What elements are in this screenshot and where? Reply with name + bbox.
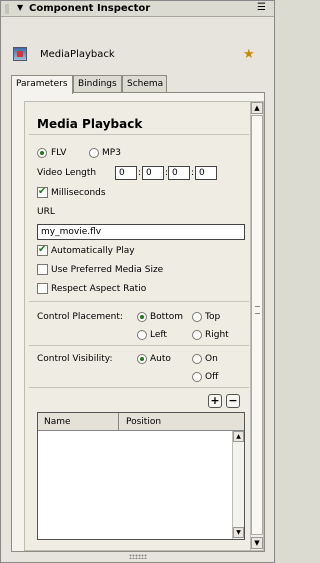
format-flv-radio[interactable]: [37, 148, 47, 158]
milliseconds-checkbox[interactable]: [37, 186, 48, 198]
format-mp3-radio[interactable]: [89, 148, 99, 158]
placement-left-radio[interactable]: [137, 330, 147, 340]
resize-grip-icon[interactable]: [129, 554, 147, 559]
visibility-off-label: Off: [205, 372, 219, 382]
divider: [29, 301, 249, 302]
scroll-up-arrow-icon[interactable]: ▲: [233, 431, 244, 442]
video-length-frames[interactable]: 0: [195, 166, 217, 180]
divider: [29, 387, 249, 388]
visibility-auto-radio[interactable]: [137, 354, 147, 364]
scroll-down-arrow-icon[interactable]: ▼: [251, 537, 263, 549]
video-length-label: Video Length: [37, 168, 97, 178]
format-flv-label: FLV: [51, 148, 67, 158]
video-length-hours[interactable]: 0: [115, 166, 137, 180]
wizard-icon[interactable]: ★: [243, 47, 255, 62]
placement-top-radio[interactable]: [192, 312, 202, 322]
placement-bottom-label: Bottom: [150, 312, 184, 322]
tab-schema[interactable]: Schema: [122, 75, 167, 93]
scrollbar-thumb[interactable]: [251, 115, 263, 535]
placement-right-label: Right: [205, 330, 229, 340]
component-name: MediaPlayback: [40, 49, 115, 60]
cue-points-table-header: Name Position: [38, 413, 244, 431]
panel-title: Component Inspector: [29, 3, 151, 14]
scroll-down-arrow-icon[interactable]: ▼: [233, 527, 244, 538]
parameters-scroll-area: Media Playback FLV MP3 Video Length 0 : …: [24, 101, 264, 551]
tab-parameters[interactable]: Parameters: [11, 75, 73, 94]
visibility-on-label: On: [205, 354, 218, 364]
divider: [29, 134, 249, 135]
video-length-minutes[interactable]: 0: [142, 166, 164, 180]
visibility-auto-label: Auto: [150, 354, 171, 364]
auto-play-label: Automatically Play: [51, 246, 135, 256]
options-menu-icon[interactable]: ☰: [257, 3, 266, 13]
aspect-ratio-label: Respect Aspect Ratio: [51, 284, 147, 294]
format-mp3-label: MP3: [102, 148, 121, 158]
preferred-size-checkbox[interactable]: [37, 264, 48, 275]
url-input[interactable]: my_movie.flv: [37, 224, 245, 240]
scroll-up-arrow-icon[interactable]: ▲: [251, 102, 263, 114]
visibility-on-radio[interactable]: [192, 354, 202, 364]
column-divider: [118, 413, 119, 431]
control-placement-label: Control Placement:: [37, 312, 123, 322]
tab-bindings[interactable]: Bindings: [73, 75, 122, 93]
aspect-ratio-checkbox[interactable]: [37, 283, 48, 294]
separator: :: [191, 168, 195, 178]
placement-top-label: Top: [205, 312, 221, 322]
collapse-arrow-icon[interactable]: ▼: [17, 3, 23, 12]
component-inspector-panel: ▼ Component Inspector ☰ MediaPlayback ★ …: [0, 0, 275, 563]
milliseconds-label: Milliseconds: [51, 188, 106, 198]
parameters-panel: Media Playback FLV MP3 Video Length 0 : …: [11, 92, 265, 552]
media-playback-heading: Media Playback: [37, 117, 143, 131]
add-cue-point-button[interactable]: +: [208, 394, 222, 408]
cue-points-table[interactable]: Name Position ▲ ▼: [37, 412, 245, 540]
preferred-size-label: Use Preferred Media Size: [51, 265, 164, 275]
visibility-off-radio[interactable]: [192, 372, 202, 382]
auto-play-checkbox[interactable]: [37, 244, 48, 256]
table-vertical-scrollbar[interactable]: ▲ ▼: [232, 431, 244, 539]
panel-title-bar[interactable]: ▼ Component Inspector ☰: [1, 1, 274, 17]
placement-left-label: Left: [150, 330, 167, 340]
column-position[interactable]: Position: [120, 413, 167, 431]
component-header: MediaPlayback ★: [11, 47, 261, 67]
scroll-grip-icon: [255, 306, 260, 314]
divider: [29, 345, 249, 346]
url-label: URL: [37, 207, 55, 217]
placement-bottom-radio[interactable]: [137, 312, 147, 322]
remove-cue-point-button[interactable]: −: [226, 394, 240, 408]
control-visibility-label: Control Visibility:: [37, 354, 113, 364]
separator: :: [138, 168, 142, 178]
column-name[interactable]: Name: [38, 413, 77, 431]
placement-right-radio[interactable]: [192, 330, 202, 340]
drag-grip-icon[interactable]: [5, 4, 9, 14]
media-component-icon: [13, 47, 27, 61]
video-length-seconds[interactable]: 0: [168, 166, 190, 180]
panel-vertical-scrollbar[interactable]: ▲ ▼: [250, 102, 263, 550]
